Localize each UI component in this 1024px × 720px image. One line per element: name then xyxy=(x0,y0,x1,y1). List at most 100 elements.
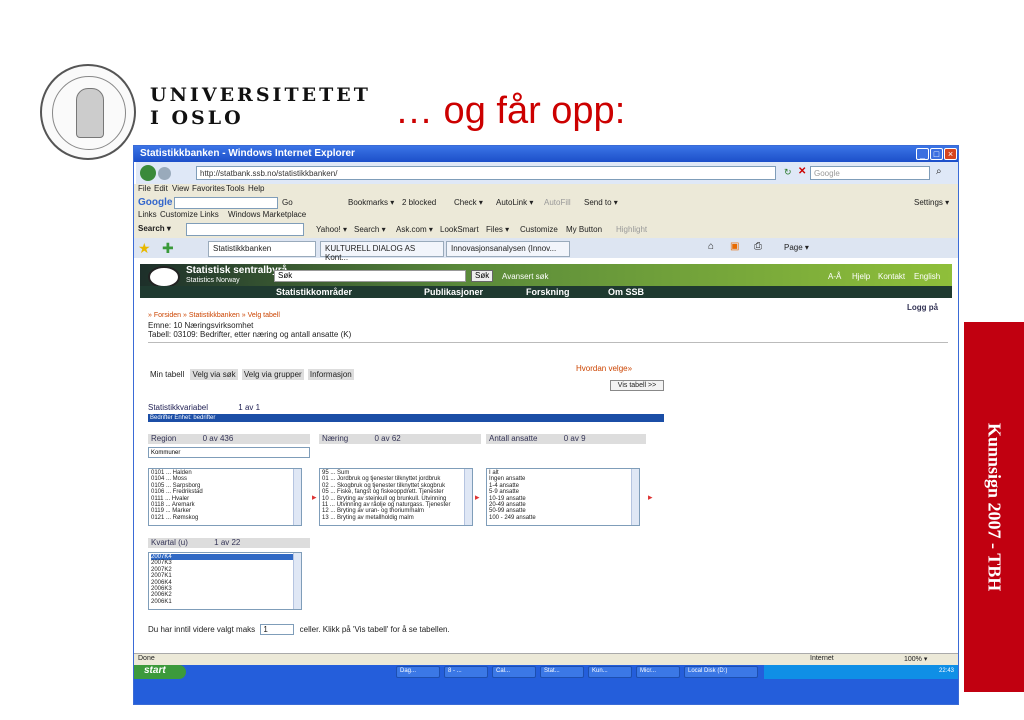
start-button[interactable]: start xyxy=(134,665,186,679)
taskbar-item[interactable]: Kun... xyxy=(588,666,632,678)
link-customize-links[interactable]: Customize Links xyxy=(160,210,219,219)
menu-favorites[interactable]: Favorites xyxy=(192,184,225,193)
nav-publikasjoner[interactable]: Publikasjoner xyxy=(424,287,483,297)
highlight-button[interactable]: Highlight xyxy=(616,225,647,234)
scrollbar[interactable] xyxy=(631,469,639,525)
looksmart-button[interactable]: LookSmart xyxy=(440,225,479,234)
link-english[interactable]: English xyxy=(914,272,940,281)
close-button[interactable]: × xyxy=(944,148,957,160)
yahoo-button[interactable]: Yahoo! ▾ xyxy=(316,225,347,234)
menu-help[interactable]: Help xyxy=(248,184,264,193)
settings-button[interactable]: Settings ▾ xyxy=(914,198,949,207)
forward-icon[interactable] xyxy=(158,167,171,180)
print-icon[interactable]: ⎙ xyxy=(754,241,762,252)
tab-velg-via-sok[interactable]: Velg via søk xyxy=(190,369,238,380)
taskbar-item[interactable]: Local Disk (D:) xyxy=(684,666,758,678)
page-menu[interactable]: Page ▾ xyxy=(784,243,809,252)
naering-list[interactable]: 95 ... Sum 01 ... Jordbruk og tjenester … xyxy=(319,468,473,526)
breadcrumb[interactable]: » Forsiden » Statistikkbanken » Velg tab… xyxy=(148,312,280,319)
google-search-input[interactable] xyxy=(174,197,278,209)
nav-forskning[interactable]: Forskning xyxy=(526,287,570,297)
tab-kulturell-dialog[interactable]: KULTURELL DIALOG AS Kont... xyxy=(320,241,444,262)
region-dropdown[interactable]: Kommuner xyxy=(148,447,310,458)
scrollbar[interactable] xyxy=(293,469,301,525)
zoom-level[interactable]: 100% ▾ xyxy=(904,655,927,663)
ansatte-list[interactable]: I alt Ingen ansatte 1-4 ansatte 5-9 ansa… xyxy=(486,468,640,526)
ansatte-label[interactable]: Antall ansatte xyxy=(489,434,537,443)
add-favorites-icon[interactable]: ✚ xyxy=(162,240,174,257)
statvar-selected-item[interactable]: Bedrifter Enhet: bedrifter xyxy=(148,414,664,422)
tab-innovasjonsanalysen[interactable]: Innovasjonsanalysen (Innov... xyxy=(446,241,570,257)
ssb-logo[interactable] xyxy=(148,266,180,288)
nav-om-ssb[interactable]: Om SSB xyxy=(608,287,644,297)
bookmarks-button[interactable]: Bookmarks ▾ xyxy=(348,198,394,207)
region-list[interactable]: 0101 ... Halden 0104 ... Moss 0105 ... S… xyxy=(148,468,302,526)
tab-min-tabell[interactable]: Min tabell xyxy=(148,369,186,380)
list-item[interactable]: 2006K1 xyxy=(151,599,299,605)
home-icon[interactable]: ⌂ xyxy=(708,241,714,252)
statvar-label[interactable]: Statistikkvariabel xyxy=(148,403,208,412)
move-right-icon[interactable]: ▸ xyxy=(648,492,653,503)
favorites-star-icon[interactable]: ★ xyxy=(138,240,151,257)
menu-tools[interactable]: Tools xyxy=(226,184,245,193)
menu-file[interactable]: File xyxy=(138,184,151,193)
search-toolbar-label[interactable]: Search ▾ xyxy=(138,224,171,233)
my-button[interactable]: My Button xyxy=(566,225,602,234)
region-label[interactable]: Region xyxy=(151,434,176,443)
list-item[interactable]: 0121 ... Rømskog xyxy=(151,515,299,521)
taskbar-item[interactable]: 8 - ... xyxy=(444,666,488,678)
tab-statistikkbanken[interactable]: Statistikkbanken xyxy=(208,241,316,257)
tab-informasjon[interactable]: Informasjon xyxy=(307,369,354,380)
google-go-button[interactable]: Go xyxy=(282,198,293,207)
link-kontakt[interactable]: Kontakt xyxy=(878,272,905,281)
spellcheck-button[interactable]: Check ▾ xyxy=(454,198,483,207)
autofill-button[interactable]: AutoFill xyxy=(544,198,571,207)
login-link[interactable]: Logg på xyxy=(907,303,938,312)
maximize-button[interactable]: □ xyxy=(930,148,943,160)
tab-velg-via-grupper[interactable]: Velg via grupper xyxy=(241,369,304,380)
ansatte-count: 0 av 9 xyxy=(563,434,586,443)
minimize-button[interactable]: _ xyxy=(916,148,929,160)
menu-edit[interactable]: Edit xyxy=(154,184,168,193)
vis-tabell-button[interactable]: Vis tabell >> xyxy=(610,380,664,391)
ssb-search-input[interactable]: Søk xyxy=(274,270,466,282)
kvartal-list[interactable]: 2007K4 2007K3 2007K2 2007K1 2006K4 2006K… xyxy=(148,552,302,610)
naering-label[interactable]: Næring xyxy=(322,434,348,443)
menu-view[interactable]: View xyxy=(172,184,189,193)
ssb-search-button[interactable]: Søk xyxy=(471,270,494,282)
ask-button[interactable]: Ask.com ▾ xyxy=(396,225,433,234)
region-header: Region 0 av 436 xyxy=(148,434,310,444)
link-windows-marketplace[interactable]: Windows Marketplace xyxy=(228,210,306,219)
stop-icon[interactable]: ✕ xyxy=(798,166,806,177)
link-hjelp[interactable]: Hjelp xyxy=(852,272,870,281)
kvartal-label[interactable]: Kvartal (u) xyxy=(151,538,188,547)
taskbar-item[interactable]: Stat... xyxy=(540,666,584,678)
taskbar-item[interactable]: Cal... xyxy=(492,666,536,678)
taskbar-item[interactable]: Dag... xyxy=(396,666,440,678)
url-input[interactable]: http://statbank.ssb.no/statistikkbanken/ xyxy=(196,166,776,180)
move-right-icon[interactable]: ▸ xyxy=(475,492,480,503)
rss-feed-icon[interactable]: ▣ xyxy=(730,241,739,252)
move-right-icon[interactable]: ▸ xyxy=(312,492,317,503)
max-cells-input[interactable]: 1 xyxy=(260,624,295,635)
back-icon[interactable] xyxy=(140,165,156,181)
taskbar-item[interactable]: Micr... xyxy=(636,666,680,678)
refresh-icon[interactable]: ↻ xyxy=(784,167,792,178)
hvordan-velge-link[interactable]: Hvordan velge» xyxy=(576,364,632,373)
list-item[interactable]: 100 - 249 ansatte xyxy=(489,515,637,521)
search-icon[interactable]: ⌕ xyxy=(936,166,942,177)
toolbar-search-input[interactable] xyxy=(186,223,304,236)
customize-button[interactable]: Customize xyxy=(520,225,558,234)
scrollbar[interactable] xyxy=(464,469,472,525)
advanced-search-link[interactable]: Avansert søk xyxy=(502,272,549,281)
send-to-button[interactable]: Send to ▾ xyxy=(584,198,618,207)
toolbar-search-button[interactable]: Search ▾ xyxy=(354,225,386,234)
files-button[interactable]: Files ▾ xyxy=(486,225,509,234)
popup-blocked-button[interactable]: 2 blocked xyxy=(402,198,436,207)
search-input[interactable]: Google xyxy=(810,166,930,180)
link-a-aa[interactable]: A-Å xyxy=(828,272,841,281)
list-item[interactable]: 13 ... Bryting av metallholdig malm xyxy=(322,515,470,521)
scrollbar[interactable] xyxy=(293,553,301,609)
autolink-button[interactable]: AutoLink ▾ xyxy=(496,198,533,207)
nav-statistikkomrader[interactable]: Statistikkområder xyxy=(276,287,352,297)
